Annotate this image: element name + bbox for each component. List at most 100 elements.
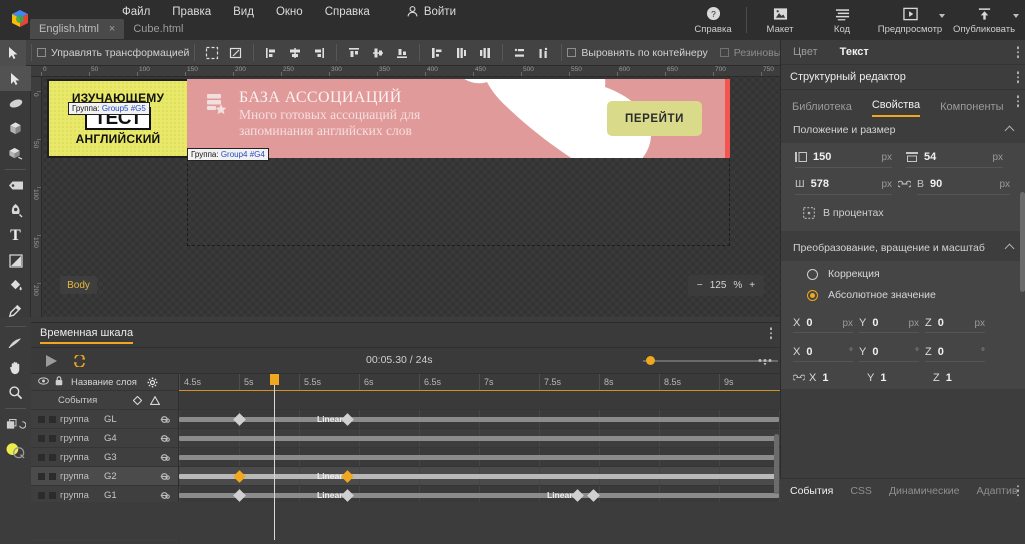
transform-section-header[interactable]: Преобразование, вращение и масштаб [781, 235, 1025, 261]
radio-icon[interactable] [807, 269, 818, 280]
keyframe-diamond[interactable] [341, 470, 354, 483]
field-left-offset[interactable]: 150 px [795, 147, 892, 168]
skew-icon[interactable] [224, 40, 248, 66]
zoom-control[interactable]: − 125 % + [688, 275, 764, 296]
dist-space-v-icon[interactable] [508, 40, 532, 66]
banner-left-panel[interactable]: ИЗУЧАЮЩЕМУ ТЕСТ АНГЛИЙСКИЙ [47, 79, 187, 158]
canvas-area[interactable]: ИЗУЧАЮЩЕМУ ТЕСТ АНГЛИЙСКИЙ БАЗА АССОЦИАЦ… [31, 66, 780, 317]
tool-gradient[interactable] [0, 248, 31, 273]
layer-visibility-toggle[interactable] [38, 492, 45, 499]
tool-hand[interactable] [0, 355, 31, 380]
tool-cube-rotate[interactable] [0, 116, 31, 141]
dist-right-icon[interactable] [390, 40, 414, 66]
playhead-handle[interactable] [270, 374, 279, 385]
tab-english-html[interactable]: English.html × [30, 19, 124, 39]
dist-center-icon[interactable] [366, 40, 390, 66]
right-panel-scrollbar[interactable] [1020, 192, 1025, 292]
bottom-tab-css[interactable]: CSS [850, 485, 872, 497]
more-options-icon[interactable] [1017, 485, 1020, 497]
tool-cube-tilt[interactable] [0, 141, 31, 166]
easing-label[interactable]: Linear [317, 490, 343, 500]
keyframe-diamond[interactable] [341, 489, 354, 502]
radio-icon-selected[interactable] [807, 290, 818, 301]
tab-components[interactable]: Компоненты [940, 101, 1003, 117]
field-width[interactable]: Ш 578 px [795, 174, 892, 195]
link-icon[interactable] [157, 453, 170, 465]
vertical-ruler[interactable]: 050100150200 [31, 77, 42, 317]
easing-label[interactable]: Linear [317, 471, 343, 481]
more-options-icon[interactable] [770, 327, 773, 339]
align-container-checkbox[interactable] [567, 48, 576, 57]
help-button[interactable]: ? Справка [682, 0, 744, 40]
keyframe-diamond[interactable] [587, 489, 600, 502]
field-scale-x[interactable]: X 1 [809, 372, 861, 384]
animation-bar[interactable] [179, 455, 779, 460]
layer-lock-toggle[interactable] [49, 435, 56, 442]
layout-button[interactable]: Макет [749, 0, 811, 40]
chevron-down-icon[interactable] [939, 14, 945, 18]
more-options-icon[interactable] [1017, 71, 1020, 83]
lock-icon[interactable] [55, 376, 63, 389]
tool-layers[interactable] [0, 412, 31, 437]
more-options-icon[interactable] [1017, 46, 1020, 58]
timeline-layer-row[interactable]: группаGL [31, 410, 178, 429]
easing-label[interactable]: Linear [547, 490, 573, 500]
link-icon[interactable] [793, 372, 805, 384]
more-options-icon[interactable] [1017, 95, 1020, 107]
layer-lock-toggle[interactable] [49, 492, 56, 499]
menu-item-window[interactable]: Окно [276, 6, 303, 18]
warning-triangle-icon[interactable] [150, 396, 160, 408]
banner-design[interactable]: ИЗУЧАЮЩЕМУ ТЕСТ АНГЛИЙСКИЙ БАЗА АССОЦИАЦ… [47, 79, 730, 158]
bottom-tab-adaptive[interactable]: Адаптив [977, 485, 1018, 497]
tool-eyedropper[interactable] [0, 298, 31, 323]
scroll-thumb[interactable] [774, 434, 779, 494]
keyframe-diamond[interactable] [233, 489, 246, 502]
align-top-icon[interactable] [425, 40, 449, 66]
keyframe-diamond[interactable] [233, 413, 246, 426]
tool-pointer[interactable] [0, 66, 31, 91]
menu-item-view[interactable]: Вид [233, 6, 254, 18]
timeline-layer-row[interactable]: группаG2 [31, 467, 178, 486]
link-icon[interactable] [157, 415, 170, 427]
chevron-up-icon[interactable] [1005, 243, 1015, 253]
pointer-tool-button[interactable] [0, 40, 26, 66]
align-right-icon[interactable] [307, 40, 331, 66]
keyframe-diamond[interactable] [571, 489, 584, 502]
subtab-text[interactable]: Текст [840, 46, 869, 58]
loop-button[interactable] [72, 355, 87, 370]
chevron-up-icon[interactable] [1005, 125, 1015, 135]
timeline-track-row[interactable] [179, 448, 780, 467]
eye-icon[interactable] [38, 376, 49, 388]
marquee-select-icon[interactable] [200, 40, 224, 66]
field-translate-z[interactable]: Z 0 px [925, 314, 985, 333]
align-middle-icon[interactable] [449, 40, 473, 66]
body-element-tag[interactable]: Body [60, 276, 97, 294]
dist-left-icon[interactable] [342, 40, 366, 66]
code-button[interactable]: Код [811, 0, 873, 40]
radio-absolute[interactable]: Абсолютное значение [781, 283, 1025, 309]
timeline-layer-row[interactable]: группаG3 [31, 448, 178, 467]
link-icon[interactable] [157, 434, 170, 446]
field-scale-z[interactable]: Z 1 [933, 372, 993, 384]
fluid-layout-checkbox[interactable] [720, 48, 729, 57]
timeline-track-row[interactable] [179, 429, 780, 448]
subtab-color[interactable]: Цвет [793, 46, 818, 58]
zoom-slider-knob[interactable] [646, 356, 655, 365]
layer-visibility-toggle[interactable] [38, 416, 45, 423]
layer-lock-toggle[interactable] [49, 454, 56, 461]
tool-pen[interactable] [0, 198, 31, 223]
timeline-events-track[interactable] [179, 391, 780, 410]
field-height[interactable]: В 90 px [917, 174, 1010, 195]
tool-text[interactable]: T [0, 223, 31, 248]
layer-visibility-toggle[interactable] [38, 473, 45, 480]
bottom-tab-dynamic[interactable]: Динамические [889, 485, 960, 497]
field-rotate-x[interactable]: X 0 ° [793, 343, 853, 362]
easing-label[interactable]: Linear [317, 414, 343, 424]
gear-icon[interactable] [147, 377, 158, 391]
sign-in-button[interactable]: Войти [406, 5, 456, 18]
tab-cube-html[interactable]: Cube.html [124, 19, 192, 39]
link-icon[interactable] [898, 179, 911, 191]
field-translate-x[interactable]: X 0 px [793, 314, 853, 333]
zoom-out-button[interactable]: − [697, 280, 703, 291]
keyframe-diamond[interactable] [341, 413, 354, 426]
